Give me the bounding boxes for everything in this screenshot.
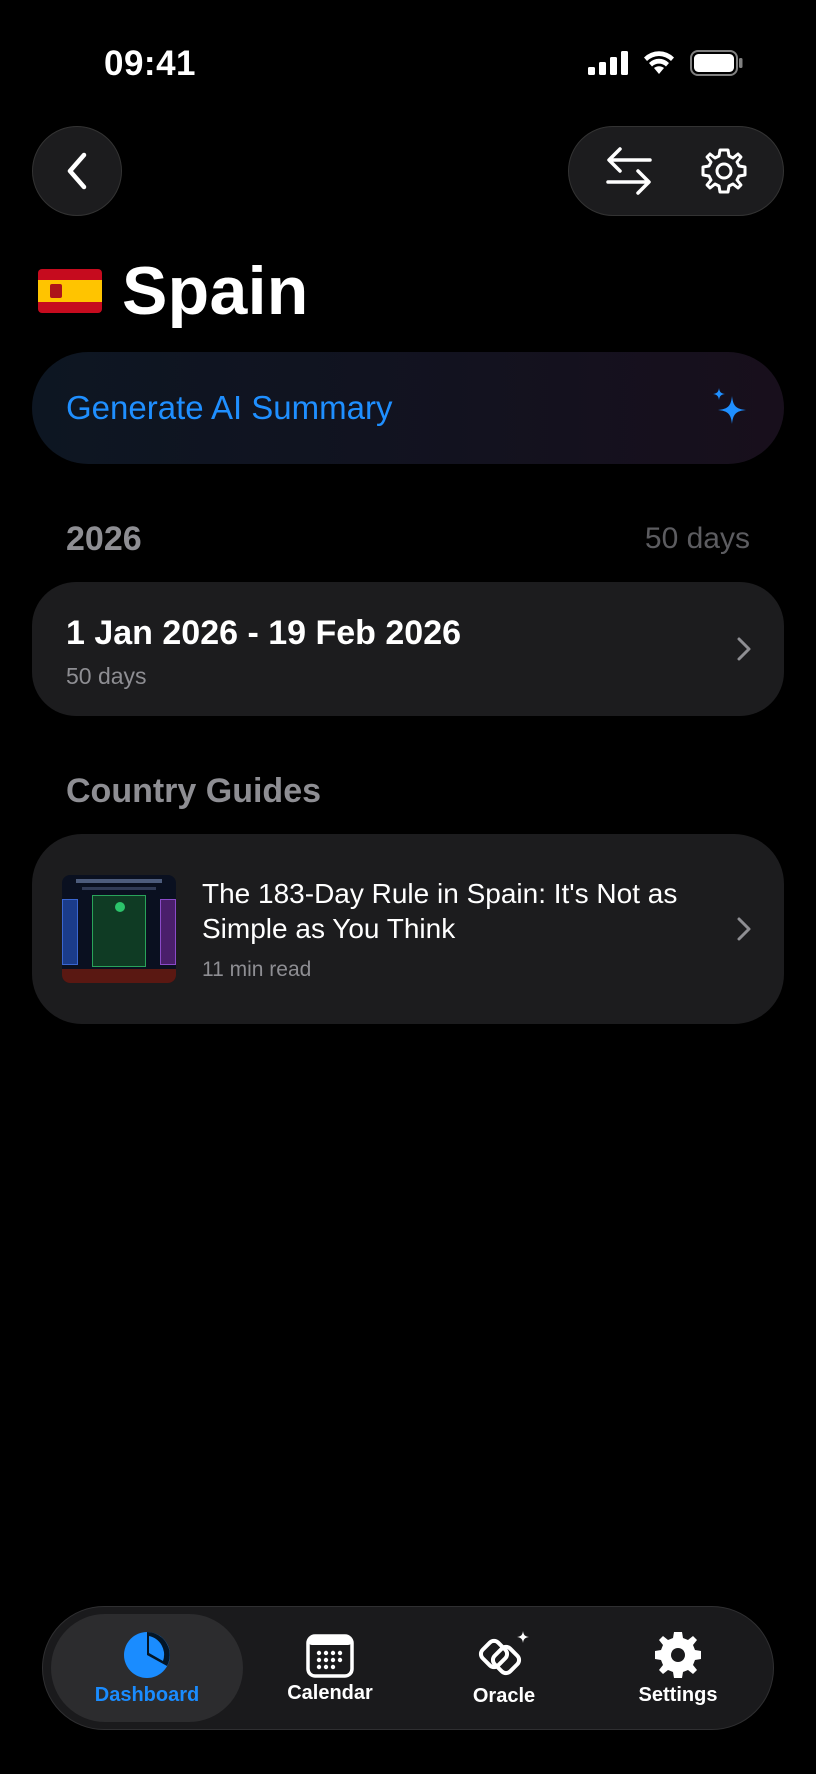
chevron-left-icon — [67, 152, 87, 190]
generate-ai-summary-button[interactable]: Generate AI Summary — [32, 352, 784, 464]
tab-calendar[interactable]: Calendar — [243, 1614, 417, 1722]
status-icons — [588, 50, 744, 76]
calendar-icon — [306, 1633, 354, 1678]
gear-icon — [701, 148, 746, 194]
guide-read-time: 11 min read — [202, 958, 312, 981]
wifi-icon — [644, 51, 674, 74]
sparkles-icon — [713, 388, 746, 424]
tab-settings[interactable]: Settings — [591, 1614, 765, 1722]
date-range-title: 1 Jan 2026 - 19 Feb 2026 — [66, 614, 462, 652]
oracle-icon — [478, 1630, 529, 1675]
battery-icon — [690, 50, 743, 76]
country-guides-heading: Country Guides — [66, 772, 322, 810]
gear-icon — [655, 1631, 701, 1678]
year-heading: 2026 — [66, 520, 142, 558]
tab-bar: Dashboard Calendar Oracle Settings — [42, 1606, 774, 1730]
tab-settings-label: Settings — [638, 1683, 718, 1706]
country-detail-screen: 09:41 Spain Generate AI Summary 2026 50 … — [0, 0, 816, 1774]
status-time: 09:41 — [104, 44, 197, 83]
tab-dashboard[interactable]: Dashboard — [51, 1614, 243, 1722]
swap-button[interactable] — [589, 131, 669, 211]
tab-dashboard-label: Dashboard — [94, 1683, 200, 1706]
spain-flag-icon — [38, 269, 102, 313]
ai-summary-label: Generate AI Summary — [66, 389, 393, 426]
chevron-right-icon — [737, 637, 751, 661]
guide-title: The 183-Day Rule in Spain: It's Not as S… — [202, 878, 678, 944]
tab-oracle-label: Oracle — [472, 1684, 536, 1707]
top-actions — [568, 126, 784, 216]
guide-thumbnail — [62, 875, 176, 983]
pie-chart-icon — [124, 1631, 170, 1678]
back-button[interactable] — [32, 126, 122, 216]
signal-icon — [588, 51, 628, 75]
page-title: Spain — [122, 253, 309, 329]
chevron-right-icon — [737, 917, 751, 941]
year-total-days: 50 days — [644, 522, 750, 555]
guide-text: The 183-Day Rule in Spain: It's Not as S… — [202, 876, 754, 982]
guide-item[interactable]: The 183-Day Rule in Spain: It's Not as S… — [32, 834, 784, 1024]
tab-oracle[interactable]: Oracle — [417, 1614, 591, 1722]
settings-button[interactable] — [684, 131, 764, 211]
date-range-card[interactable]: 1 Jan 2026 - 19 Feb 2026 50 days — [32, 582, 784, 716]
title-row: Spain — [38, 252, 309, 330]
swap-arrows-icon — [605, 147, 652, 195]
date-range-days: 50 days — [66, 663, 147, 689]
tab-calendar-label: Calendar — [287, 1681, 373, 1704]
